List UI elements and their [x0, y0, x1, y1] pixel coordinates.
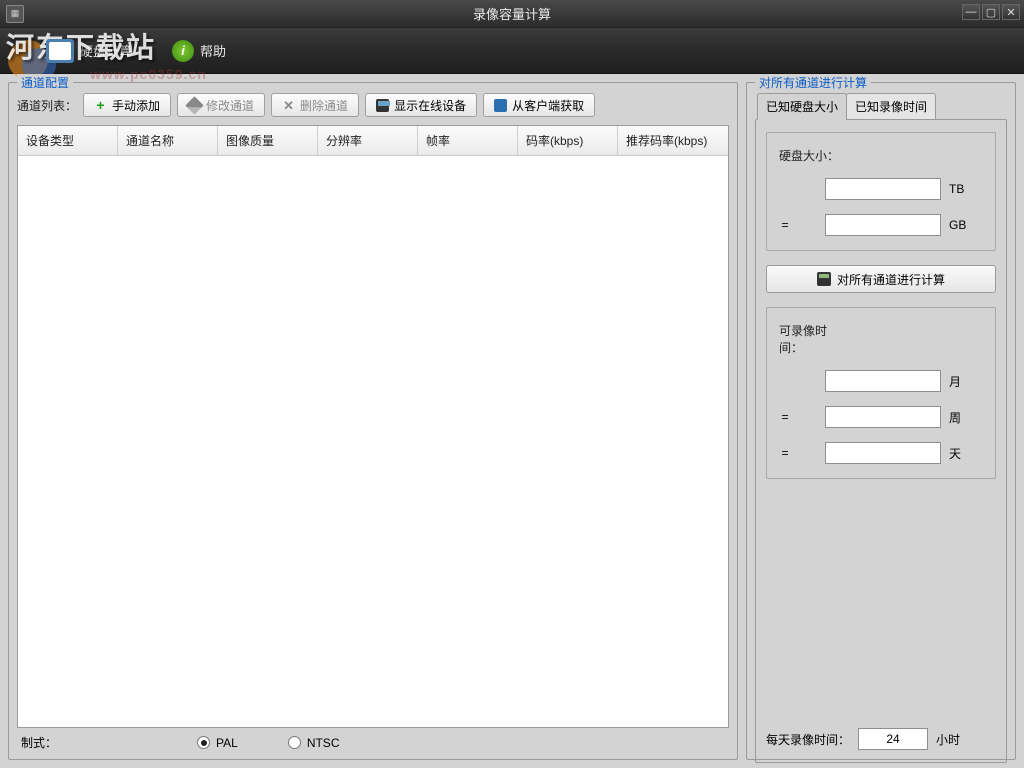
workspace: 通道配置 通道列表： + 手动添加 修改通道 ✕ 删除通道 显示在线设备: [0, 74, 1024, 768]
unit-tb: TB: [949, 182, 977, 196]
radio-ntsc-input[interactable]: [288, 736, 301, 749]
menu-help-label: 帮助: [200, 41, 226, 60]
window-title: 录像容量计算: [473, 4, 551, 23]
radio-pal-label: PAL: [216, 736, 238, 750]
show-online-label: 显示在线设备: [394, 97, 466, 114]
unit-week: 周: [949, 409, 977, 426]
client-icon: [494, 99, 507, 112]
format-row: 制式： PAL NTSC: [17, 728, 729, 751]
format-label: 制式：: [21, 734, 57, 751]
unit-month: 月: [949, 373, 977, 390]
calculate-all-label: 对所有通道进行计算: [837, 271, 945, 288]
col-device-type[interactable]: 设备类型: [18, 126, 118, 155]
unit-day: 天: [949, 445, 977, 462]
radio-ntsc[interactable]: NTSC: [288, 736, 340, 750]
show-online-button[interactable]: 显示在线设备: [365, 93, 477, 117]
app-icon: ▦: [6, 5, 24, 23]
eq-3: =: [779, 446, 791, 460]
delete-channel-button[interactable]: ✕ 删除通道: [271, 93, 359, 117]
radio-ntsc-label: NTSC: [307, 736, 340, 750]
add-channel-button[interactable]: + 手动添加: [83, 93, 171, 117]
format-radio-group: PAL NTSC: [197, 736, 339, 750]
tab-known-time[interactable]: 已知录像时间: [846, 93, 936, 120]
calc-group: 对所有通道进行计算 已知硬盘大小 已知录像时间 硬盘大小： TB: [746, 82, 1016, 760]
calculate-all-button[interactable]: 对所有通道进行计算: [766, 265, 996, 293]
edit-channel-button[interactable]: 修改通道: [177, 93, 265, 117]
menubar: 河东下载站 www.pc0359.cn 硬盘计算 i 帮助: [0, 28, 1024, 74]
channel-list-label: 通道列表：: [17, 97, 77, 114]
eq-2: =: [779, 410, 791, 424]
week-input[interactable]: [825, 406, 941, 428]
radio-pal-input[interactable]: [197, 736, 210, 749]
daily-record-row: 每天录像时间： 小时: [766, 728, 996, 750]
table-header: 设备类型 通道名称 图像质量 分辨率 帧率 码率(kbps) 推荐码率(kbps…: [18, 126, 728, 156]
delete-channel-label: 删除通道: [300, 97, 348, 114]
spacer: [779, 182, 791, 196]
pencil-icon: [185, 96, 203, 114]
maximize-button[interactable]: ▢: [982, 4, 1000, 20]
unit-gb: GB: [949, 218, 977, 232]
device-icon: [376, 99, 389, 112]
tab-known-disk[interactable]: 已知硬盘大小: [757, 93, 847, 120]
right-panel: 对所有通道进行计算 已知硬盘大小 已知录像时间 硬盘大小： TB: [746, 82, 1016, 760]
from-client-label: 从客户端获取: [512, 97, 584, 114]
plus-icon: +: [94, 99, 107, 112]
col-rec-bitrate[interactable]: 推荐码率(kbps): [618, 126, 728, 155]
col-framerate[interactable]: 帧率: [418, 126, 518, 155]
minimize-button[interactable]: —: [962, 4, 980, 20]
col-channel-name[interactable]: 通道名称: [118, 126, 218, 155]
spacer2: [779, 374, 791, 388]
record-time-label: 可录像时间：: [779, 322, 847, 356]
tab-content: 硬盘大小： TB = GB: [755, 119, 1007, 763]
tabs: 已知硬盘大小 已知录像时间: [755, 93, 1007, 120]
disk-size-label: 硬盘大小：: [779, 147, 847, 164]
channel-config-title: 通道配置: [17, 74, 73, 91]
disk-icon: [46, 39, 74, 63]
disk-size-box: 硬盘大小： TB = GB: [766, 132, 996, 251]
left-panel: 通道配置 通道列表： + 手动添加 修改通道 ✕ 删除通道 显示在线设备: [8, 82, 738, 760]
radio-pal[interactable]: PAL: [197, 736, 238, 750]
menu-help[interactable]: i 帮助: [172, 40, 226, 62]
channel-table: 设备类型 通道名称 图像质量 分辨率 帧率 码率(kbps) 推荐码率(kbps…: [17, 125, 729, 728]
from-client-button[interactable]: 从客户端获取: [483, 93, 595, 117]
window-controls: — ▢ ✕: [962, 4, 1020, 20]
daily-hours-input[interactable]: [858, 728, 928, 750]
calc-group-title: 对所有通道进行计算: [755, 74, 871, 91]
record-time-box: 可录像时间： 月 = 周 =: [766, 307, 996, 479]
help-icon: i: [172, 40, 194, 62]
col-resolution[interactable]: 分辨率: [318, 126, 418, 155]
disk-tb-input[interactable]: [825, 178, 941, 200]
day-input[interactable]: [825, 442, 941, 464]
daily-unit: 小时: [936, 731, 960, 748]
col-image-quality[interactable]: 图像质量: [218, 126, 318, 155]
menu-disk-label: 硬盘计算: [80, 41, 132, 60]
daily-label: 每天录像时间：: [766, 731, 850, 748]
add-channel-label: 手动添加: [112, 97, 160, 114]
eq-1: =: [779, 218, 791, 232]
col-bitrate[interactable]: 码率(kbps): [518, 126, 618, 155]
calculator-icon: [817, 272, 831, 286]
channel-toolbar: 通道列表： + 手动添加 修改通道 ✕ 删除通道 显示在线设备: [17, 93, 729, 117]
channel-config-group: 通道配置 通道列表： + 手动添加 修改通道 ✕ 删除通道 显示在线设备: [8, 82, 738, 760]
x-icon: ✕: [282, 99, 295, 112]
close-button[interactable]: ✕: [1002, 4, 1020, 20]
edit-channel-label: 修改通道: [206, 97, 254, 114]
disk-gb-input[interactable]: [825, 214, 941, 236]
month-input[interactable]: [825, 370, 941, 392]
titlebar: ▦ 录像容量计算 — ▢ ✕: [0, 0, 1024, 28]
menu-disk-calc[interactable]: 硬盘计算: [46, 39, 132, 63]
